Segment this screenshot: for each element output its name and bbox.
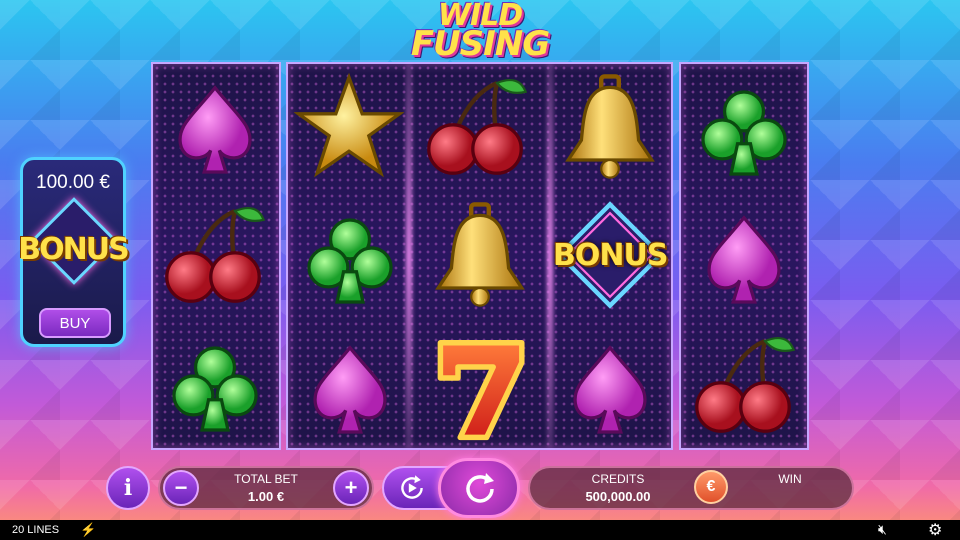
bonus-buy-price: 100.00 € bbox=[36, 172, 110, 193]
bell-icon bbox=[565, 74, 655, 179]
club-icon bbox=[172, 346, 258, 432]
total-bet-label: TOTAL BET bbox=[234, 472, 298, 486]
game-logo: WILD FUSING bbox=[395, 1, 565, 64]
cherry-symbol bbox=[158, 200, 268, 310]
club-symbol bbox=[161, 334, 269, 444]
bonus-symbol-label: BONUS bbox=[553, 238, 668, 273]
logo-line-2: FUSING bbox=[410, 24, 550, 64]
currency-toggle-button[interactable]: € bbox=[694, 470, 728, 504]
cherry-symbol bbox=[688, 330, 798, 440]
seven-icon bbox=[437, 340, 525, 441]
bell-icon bbox=[435, 202, 525, 307]
info-icon: i bbox=[123, 475, 133, 501]
reel-divider-glow bbox=[406, 64, 412, 448]
club-icon bbox=[701, 90, 787, 176]
spade-icon bbox=[178, 85, 252, 174]
mute-icon[interactable]: 🔇︎ bbox=[878, 521, 887, 538]
spade-symbol bbox=[556, 336, 664, 446]
spin-button[interactable] bbox=[438, 458, 520, 518]
spade-icon bbox=[707, 215, 781, 304]
club-symbol bbox=[690, 78, 798, 188]
cherry-symbol bbox=[420, 72, 530, 182]
spade-symbol bbox=[296, 336, 404, 446]
cherry-icon bbox=[427, 79, 528, 175]
spade-icon bbox=[313, 345, 387, 434]
bonus-symbol: BONUS bbox=[553, 200, 668, 310]
star-icon bbox=[293, 72, 405, 178]
seven-symbol bbox=[425, 334, 535, 444]
star-symbol bbox=[293, 72, 405, 182]
buy-bonus-button[interactable]: BUY bbox=[39, 308, 111, 338]
spin-icon bbox=[466, 473, 494, 503]
spade-icon bbox=[573, 345, 647, 434]
plus-icon: + bbox=[344, 475, 358, 500]
decrease-bet-button[interactable]: − bbox=[163, 470, 199, 506]
spade-symbol bbox=[690, 206, 798, 316]
autoplay-icon bbox=[401, 475, 423, 499]
info-button[interactable]: i bbox=[106, 466, 150, 510]
bonus-buy-label: BONUS bbox=[18, 232, 129, 267]
euro-icon: € bbox=[706, 478, 716, 495]
club-symbol bbox=[296, 206, 404, 316]
bell-symbol bbox=[555, 72, 665, 182]
status-bar: 20 LINES ⚡ 🔇︎ ⚙ bbox=[0, 520, 960, 540]
win-label: WIN bbox=[778, 472, 802, 486]
club-icon bbox=[307, 218, 393, 304]
turbo-icon[interactable]: ⚡ bbox=[80, 522, 96, 538]
credits-value: 500,000.00 bbox=[585, 489, 651, 504]
settings-icon[interactable]: ⚙ bbox=[928, 520, 942, 540]
cherry-icon bbox=[165, 207, 266, 303]
bell-symbol bbox=[425, 200, 535, 310]
bonus-buy-panel: 100.00 € BONUS BUY bbox=[18, 157, 130, 347]
increase-bet-button[interactable]: + bbox=[333, 470, 369, 506]
credits-label: CREDITS bbox=[591, 472, 645, 486]
lines-label: 20 LINES bbox=[12, 524, 60, 536]
total-bet-value: 1.00 € bbox=[247, 489, 285, 504]
cherry-icon bbox=[695, 337, 796, 433]
minus-icon: − bbox=[174, 475, 188, 500]
spade-symbol bbox=[161, 76, 269, 186]
